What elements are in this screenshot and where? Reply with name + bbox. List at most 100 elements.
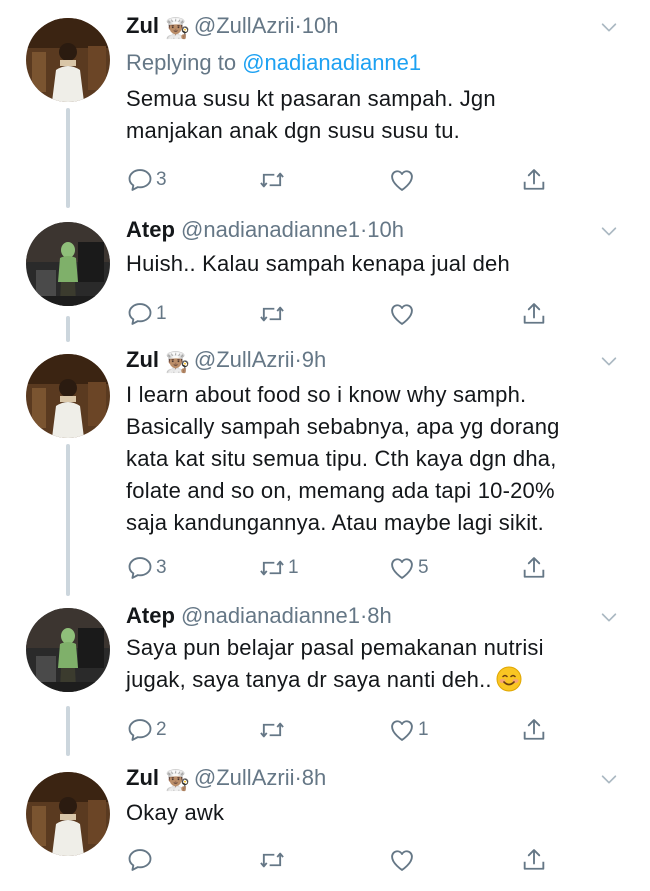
share-button[interactable] xyxy=(520,552,548,584)
replying-label: Replying to xyxy=(126,50,237,75)
tweet-header: Zul 👨🏽‍🍳 @ZullAzrii·9h xyxy=(126,346,620,377)
timestamp[interactable]: 9h xyxy=(302,347,326,372)
heart-icon xyxy=(388,716,416,744)
tweet-text: Saya pun belajar pasal pemakanan nutrisi… xyxy=(126,632,620,696)
tweet-actions xyxy=(126,844,586,876)
display-name[interactable]: Atep xyxy=(126,603,175,628)
retweet-button[interactable] xyxy=(258,298,288,330)
like-count: 1 xyxy=(418,719,429,740)
thread-line xyxy=(66,706,70,756)
chef-emoji: 👨🏽‍🍳 xyxy=(165,18,190,40)
heart-icon xyxy=(388,300,416,328)
tweet-actions: 1 xyxy=(126,298,586,330)
heart-icon xyxy=(388,846,416,874)
tweet-header: Atep @nadianadianne1·8h xyxy=(126,602,620,630)
retweet-icon xyxy=(258,166,286,194)
thread-line xyxy=(66,316,70,342)
handle[interactable]: @ZullAzrii xyxy=(194,765,295,790)
tweet-actions: 3 xyxy=(126,164,586,196)
smiling-face-emoji: 😊 xyxy=(496,666,522,692)
chevron-down-icon[interactable] xyxy=(598,606,620,628)
like-button[interactable] xyxy=(388,844,418,876)
thread-line xyxy=(66,108,70,208)
share-button[interactable] xyxy=(520,164,548,196)
reply-button[interactable]: 3 xyxy=(126,552,167,584)
handle[interactable]: @nadianadianne1 xyxy=(181,603,360,628)
thread-line xyxy=(66,444,70,596)
retweet-icon xyxy=(258,846,286,874)
timestamp[interactable]: 10h xyxy=(302,13,339,38)
heart-icon xyxy=(388,554,416,582)
display-name[interactable]: Zul xyxy=(126,347,159,372)
display-name[interactable]: Atep xyxy=(126,217,175,242)
tweet-text: I learn about food so i know why samph. … xyxy=(126,382,560,535)
like-button[interactable] xyxy=(388,298,418,330)
display-name[interactable]: Zul xyxy=(126,13,159,38)
retweet-button[interactable] xyxy=(258,714,288,746)
retweet-icon xyxy=(258,716,286,744)
chevron-down-icon[interactable] xyxy=(598,350,620,372)
avatar[interactable] xyxy=(26,772,110,856)
reply-icon xyxy=(126,300,154,328)
retweet-icon xyxy=(258,300,286,328)
retweet-icon xyxy=(258,554,286,582)
share-icon xyxy=(520,554,548,582)
handle[interactable]: @ZullAzrii xyxy=(194,13,295,38)
reply-count: 3 xyxy=(156,557,167,578)
heart-icon xyxy=(388,166,416,194)
tweet-text-body: Saya pun belajar pasal pemakanan nutrisi… xyxy=(126,635,544,692)
separator-dot: · xyxy=(294,347,302,372)
share-icon xyxy=(520,846,548,874)
tweet-header: Zul 👨🏽‍🍳 @ZullAzrii·10h xyxy=(126,12,620,43)
reply-count: 1 xyxy=(156,303,167,324)
handle[interactable]: @nadianadianne1 xyxy=(181,217,360,242)
tweet-text: Okay awk xyxy=(126,800,225,825)
display-name[interactable]: Zul xyxy=(126,765,159,790)
share-button[interactable] xyxy=(520,844,548,876)
chevron-down-icon[interactable] xyxy=(598,768,620,790)
timestamp[interactable]: 10h xyxy=(367,217,404,242)
avatar[interactable] xyxy=(26,354,110,438)
like-button[interactable]: 1 xyxy=(388,714,429,746)
timestamp[interactable]: 8h xyxy=(367,603,391,628)
reply-icon xyxy=(126,716,154,744)
reply-icon xyxy=(126,554,154,582)
retweet-button[interactable]: 1 xyxy=(258,552,299,584)
reply-button[interactable]: 1 xyxy=(126,298,167,330)
reply-count: 3 xyxy=(156,169,167,190)
like-button[interactable] xyxy=(388,164,418,196)
share-icon xyxy=(520,300,548,328)
avatar[interactable] xyxy=(26,18,110,102)
separator-dot: · xyxy=(294,13,302,38)
like-button[interactable]: 5 xyxy=(388,552,429,584)
share-button[interactable] xyxy=(520,298,548,330)
retweet-button[interactable] xyxy=(258,844,288,876)
tweet-header: Zul 👨🏽‍🍳 @ZullAzrii·8h xyxy=(126,764,620,795)
tweet-actions: 3 1 5 xyxy=(126,552,586,584)
reply-button[interactable] xyxy=(126,844,156,876)
reply-button[interactable]: 3 xyxy=(126,164,167,196)
reply-icon xyxy=(126,166,154,194)
chef-emoji: 👨🏽‍🍳 xyxy=(165,770,190,792)
reply-icon xyxy=(126,846,154,874)
retweet-button[interactable] xyxy=(258,164,288,196)
tweet-text: Semua susu kt pasaran sampah. Jgn manjak… xyxy=(126,86,496,143)
share-button[interactable] xyxy=(520,714,548,746)
reply-button[interactable]: 2 xyxy=(126,714,167,746)
tweet-header: Atep @nadianadianne1·10h xyxy=(126,216,620,244)
share-icon xyxy=(520,716,548,744)
avatar[interactable] xyxy=(26,608,110,692)
separator-dot: · xyxy=(294,765,302,790)
reply-count: 2 xyxy=(156,719,167,740)
chevron-down-icon[interactable] xyxy=(598,16,620,38)
chef-emoji: 👨🏽‍🍳 xyxy=(165,352,190,374)
timestamp[interactable]: 8h xyxy=(302,765,326,790)
like-count: 5 xyxy=(418,557,429,578)
mention-link[interactable]: @nadianadianne1 xyxy=(242,50,421,75)
share-icon xyxy=(520,166,548,194)
retweet-count: 1 xyxy=(288,557,299,578)
handle[interactable]: @ZullAzrii xyxy=(194,347,295,372)
replying-to: Replying to @nadianadianne1 xyxy=(126,49,620,77)
avatar[interactable] xyxy=(26,222,110,306)
chevron-down-icon[interactable] xyxy=(598,220,620,242)
